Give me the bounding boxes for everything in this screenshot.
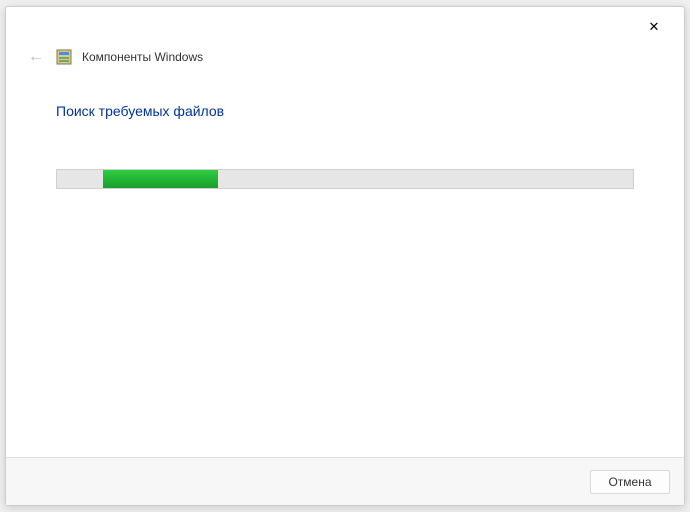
header: ← Компоненты Windows [6, 47, 684, 73]
close-icon: ✕ [649, 19, 660, 35]
back-button: ← [26, 47, 46, 67]
window-title: Компоненты Windows [82, 50, 203, 64]
cancel-button[interactable]: Отмена [590, 470, 670, 494]
arrow-left-icon: ← [28, 48, 44, 66]
windows-features-dialog: ✕ ← Компоненты Windows Поиск требуемых ф… [5, 6, 685, 506]
progress-fill [103, 170, 218, 188]
windows-features-icon [56, 49, 72, 65]
status-text: Поиск требуемых файлов [56, 103, 634, 119]
close-button[interactable]: ✕ [634, 12, 674, 42]
footer: Отмена [6, 457, 684, 505]
titlebar: ✕ [6, 7, 684, 47]
content-area: Поиск требуемых файлов [6, 73, 684, 457]
progress-bar [56, 169, 634, 189]
